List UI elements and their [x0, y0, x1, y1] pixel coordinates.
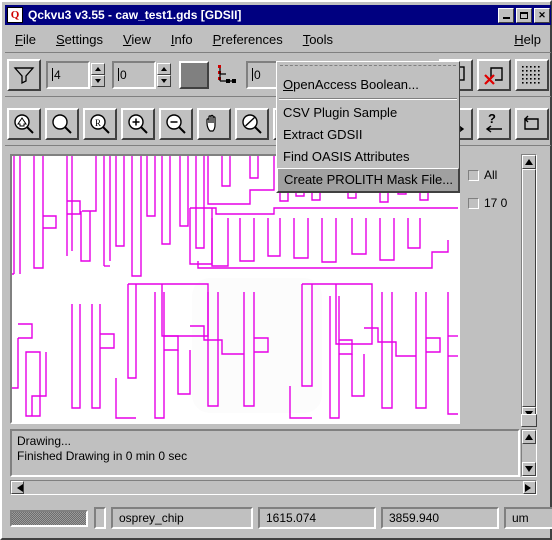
- menu-item-create-prolith-mask-file[interactable]: Create PROLITH Mask File...: [277, 168, 459, 192]
- menu-view-label: iew: [131, 32, 151, 47]
- zoom-home-icon[interactable]: [7, 107, 41, 140]
- layer-17-0-label: 17 0: [484, 196, 508, 210]
- menu-item-openaccess-boolean[interactable]: OpenAccess Boolean...: [277, 74, 459, 96]
- menu-settings[interactable]: Settings: [46, 29, 113, 50]
- menu-tools-label: ools: [309, 32, 334, 47]
- zoom-fit-icon[interactable]: [235, 107, 269, 140]
- checkbox-all-box[interactable]: [468, 169, 479, 181]
- close-button[interactable]: ✕: [534, 7, 550, 23]
- menu-preferences[interactable]: Preferences: [203, 29, 293, 50]
- message-line-1: Drawing...: [17, 434, 72, 448]
- title-bar: Q Qckvu3 v3.55 - caw_test1.gds [GDSII] ✕: [5, 5, 551, 25]
- progress-bar: [10, 509, 88, 527]
- menu-item-openaccess-boolean-label: penAccess Boolean...: [293, 77, 419, 92]
- depth-spinner[interactable]: [91, 62, 105, 87]
- hscroll-right-arrow[interactable]: [523, 481, 536, 494]
- svg-text:R: R: [95, 118, 101, 128]
- layout-canvas[interactable]: [10, 154, 460, 424]
- level-value: 0: [120, 67, 127, 82]
- zoom-select-icon[interactable]: [45, 107, 79, 140]
- zoom-in-icon[interactable]: [121, 107, 155, 140]
- level-spinner[interactable]: [157, 62, 171, 87]
- menu-help-label: elp: [523, 32, 541, 47]
- status-units: um: [504, 507, 552, 529]
- measure-left-icon[interactable]: ?: [477, 107, 511, 140]
- layer-scroll-thumb[interactable]: [522, 169, 536, 407]
- cycle-icon[interactable]: [515, 107, 549, 140]
- menu-bar: File Settings View Info Preferences Tool…: [5, 27, 551, 53]
- layer-checkbox-all[interactable]: All: [468, 168, 514, 182]
- depth-field[interactable]: 4: [46, 60, 90, 89]
- message-scroll-down-arrow[interactable]: [522, 462, 536, 476]
- hscroll-left-arrow[interactable]: [11, 481, 24, 494]
- zoom-previous-icon[interactable]: R: [83, 107, 117, 140]
- message-pane: Drawing... Finished Drawing in 0 min 0 s…: [10, 429, 520, 477]
- level-spin-down[interactable]: [157, 74, 171, 87]
- menu-preferences-label: references: [221, 32, 283, 47]
- message-horizontal-scrollbar[interactable]: [10, 480, 537, 495]
- layer-scrollbar[interactable]: [521, 154, 537, 422]
- level-spin-up[interactable]: [157, 62, 171, 75]
- menu-info[interactable]: Info: [161, 29, 203, 50]
- menu-help[interactable]: Help: [504, 29, 551, 50]
- menu-item-extract-gdsii[interactable]: Extract GDSII: [277, 124, 459, 146]
- layer-checkbox-17-0[interactable]: 17 0: [468, 196, 514, 210]
- message-line-2: Finished Drawing in 0 min 0 sec: [17, 449, 188, 463]
- level-field[interactable]: 0: [112, 60, 156, 89]
- menu-separator: [279, 98, 457, 100]
- layer-all-label: All: [484, 168, 498, 182]
- svg-text:?: ?: [488, 112, 496, 126]
- depth-spin-down[interactable]: [91, 74, 105, 87]
- clear-polygon-icon[interactable]: [477, 58, 511, 91]
- menu-file-label: ile: [22, 32, 36, 47]
- depth-value: 4: [54, 67, 61, 82]
- menu-tools[interactable]: Tools: [293, 29, 343, 50]
- layer-color-swatch[interactable]: [179, 60, 209, 89]
- hscroll-track[interactable]: [24, 481, 523, 494]
- application-window: Q Qckvu3 v3.55 - caw_test1.gds [GDSII] ✕…: [0, 0, 552, 540]
- filter-icon[interactable]: [7, 58, 41, 91]
- layer-scroll-up-arrow[interactable]: [522, 155, 536, 169]
- menu-tearoff-handle[interactable]: [280, 65, 456, 72]
- depth-spin-up[interactable]: [91, 62, 105, 75]
- status-bar: osprey_chip 1615.074 3859.940 um: [8, 502, 552, 534]
- status-cell-name: osprey_chip: [111, 507, 253, 529]
- hierarchy-icon: [215, 62, 241, 88]
- menu-settings-label: ettings: [64, 32, 103, 47]
- menu-item-find-oasis-attributes[interactable]: Find OASIS Attributes: [277, 146, 459, 168]
- menu-file[interactable]: File: [5, 29, 46, 50]
- app-icon: Q: [7, 7, 23, 23]
- minimize-button[interactable]: [498, 7, 514, 23]
- maximize-button[interactable]: [516, 7, 532, 23]
- status-coord-y: 3859.940: [381, 507, 499, 529]
- layer-panel: All 17 0: [464, 154, 514, 424]
- menu-view[interactable]: View: [113, 29, 161, 50]
- status-indicator-box: [94, 507, 106, 529]
- window-controls: ✕: [496, 7, 551, 23]
- checkbox-17-0-box[interactable]: [468, 197, 479, 209]
- tools-dropdown-menu: OpenAccess Boolean... CSV Plugin Sample …: [276, 61, 460, 193]
- message-vertical-scrollbar[interactable]: [521, 429, 537, 477]
- menu-info-label: nfo: [174, 32, 193, 47]
- message-scroll-nub[interactable]: [521, 414, 537, 427]
- menu-item-csv-plugin-sample[interactable]: CSV Plugin Sample: [277, 102, 459, 124]
- grid-icon[interactable]: [515, 58, 549, 91]
- layout-geometry: [12, 156, 458, 422]
- window-title: Qckvu3 v3.55 - caw_test1.gds [GDSII]: [28, 8, 242, 22]
- status-coord-x: 1615.074: [258, 507, 376, 529]
- hierarchy-value: 0: [254, 67, 261, 82]
- pan-hand-icon[interactable]: [197, 107, 231, 140]
- zoom-out-icon[interactable]: [159, 107, 193, 140]
- message-scroll-up-arrow[interactable]: [522, 430, 536, 444]
